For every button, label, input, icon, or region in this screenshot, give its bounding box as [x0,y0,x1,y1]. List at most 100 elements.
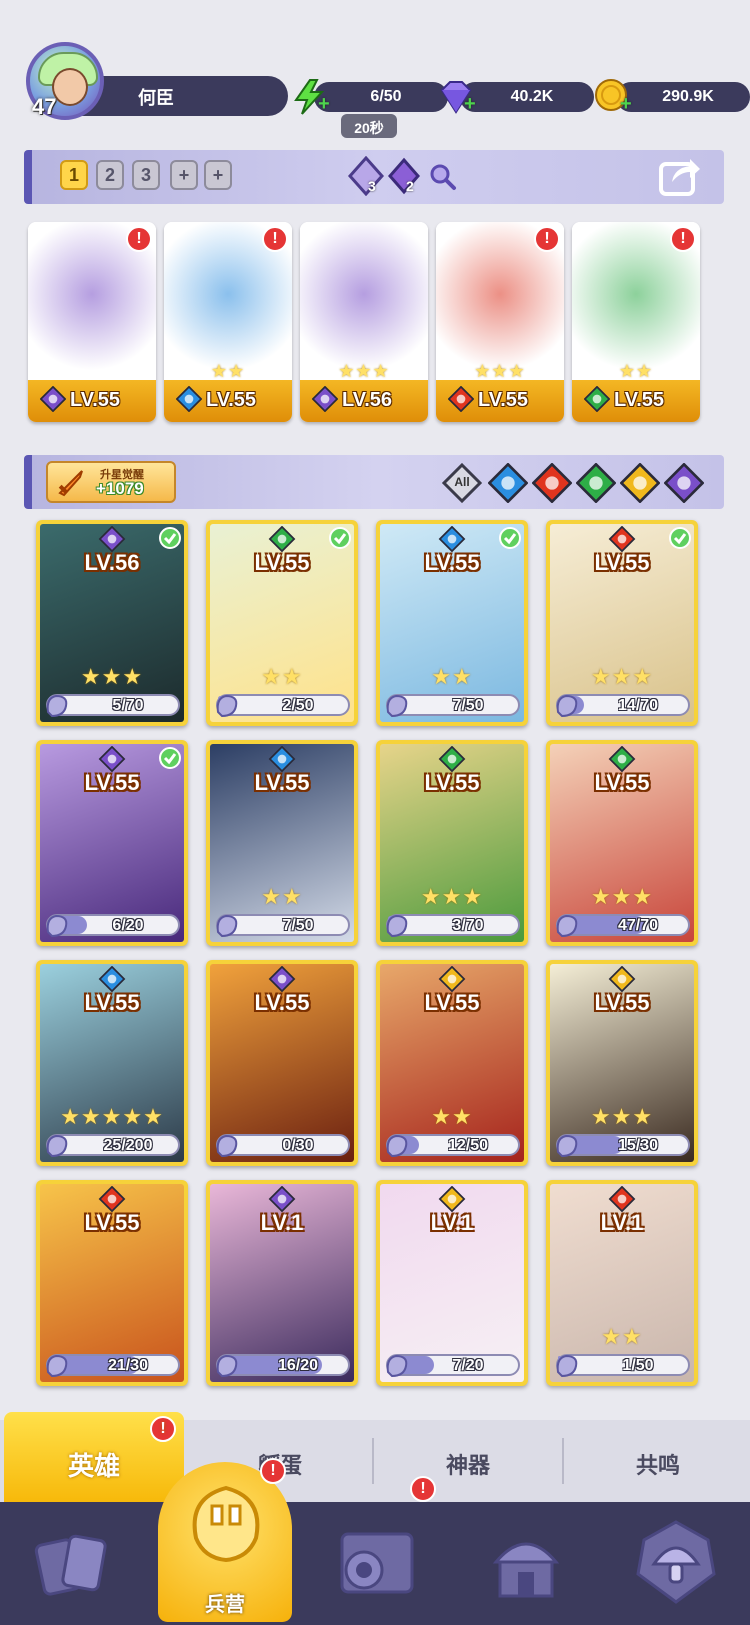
hero-card[interactable]: LV.55 ★★ 12/50 [376,960,528,1166]
filter-fire-button[interactable] [531,462,573,504]
energy-plus-icon[interactable]: + [318,94,334,114]
tab-heroes-alert-icon: ! [150,1416,176,1442]
hero-level: LV.55 [424,770,480,795]
hero-card[interactable]: LV.55 ★★ 7/50 [206,740,358,946]
team-slot-3[interactable]: 3 [132,160,160,190]
shard-icon [216,694,238,718]
light-element-icon [608,966,636,992]
team-hero-card[interactable]: LV.55 ★★! [164,222,292,422]
moon-element-icon [663,462,705,504]
light-element-icon [619,462,661,504]
filter-moon-button[interactable] [663,462,705,504]
hero-card[interactable]: LV.1 7/20 [376,1180,528,1386]
tab-heroes[interactable]: 英雄 ! [4,1412,184,1502]
progress-text: 16/20 [277,1357,319,1374]
hero-level: LV.55 [594,770,650,795]
energy-resource[interactable]: + 6/50 [290,78,448,115]
hero-card[interactable]: LV.55 ★★★ 14/70 [546,520,698,726]
gem-resource[interactable]: + 40.2K [436,78,594,114]
filter-water-button[interactable] [487,462,529,504]
hero-card[interactable]: LV.55 ★★ 7/50 [376,520,528,726]
section-tabs: 英雄 ! 孵蛋 神器 共鸣 [0,1412,750,1502]
shard-icon [46,1354,68,1378]
filter-nature-button[interactable] [575,462,617,504]
tab-divider [372,1438,374,1484]
hero-level: LV.55 [70,389,121,411]
hero-card[interactable]: LV.55 6/20 [36,740,188,946]
hero-shard-progress: 7/20 [386,1354,520,1378]
map-icon [340,1532,414,1594]
nav-barracks[interactable]: ! 兵营 [150,1458,300,1625]
share-icon[interactable] [658,154,702,198]
water-element-icon [98,966,126,992]
shard-icon [46,694,68,718]
nav-barracks-label: 兵营 [205,1594,245,1616]
alert-icon: ! [126,226,152,252]
team-hero-card[interactable]: LV.55 ★★★! [436,222,564,422]
moon-crystal-icon [388,157,420,195]
hero-portrait [300,222,428,382]
energy-timer: 20秒 [341,114,397,138]
gem-value: 40.2K [460,82,594,112]
hero-level: LV.55 [84,1210,140,1235]
shard-icon [386,1134,408,1158]
filter-all-button[interactable]: All [441,462,483,504]
filter-light-button[interactable] [619,462,661,504]
hero-level: LV.55 [254,770,310,795]
alert-icon: ! [534,226,560,252]
nav-mushroom[interactable] [600,1502,750,1625]
hero-level: LV.55 [478,389,529,411]
hero-card[interactable]: LV.55 ★★★ 3/70 [376,740,528,946]
hero-shard-progress: 5/70 [46,694,180,718]
player-name: 何臣 [76,76,288,116]
hero-card[interactable]: LV.55 0/30 [206,960,358,1166]
hero-card[interactable]: LV.55 ★★ 2/50 [206,520,358,726]
hero-stars: ★★ [261,664,303,689]
hero-stars: ★★★ [474,361,526,381]
hero-card[interactable]: LV.56 ★★★ 5/70 [36,520,188,726]
nav-temple[interactable] [450,1502,600,1625]
tab-artifacts[interactable]: 神器 [376,1420,560,1502]
team-slot-2[interactable]: 2 [96,160,124,190]
star-awaken-button[interactable]: 升星觉醒 +1079 [46,461,176,503]
shard-icon [556,1354,578,1378]
hero-stars: ★★★ [420,884,484,909]
moon-crystal-counter: 2 [384,156,424,196]
crystal-icon [347,155,385,197]
hero-shard-progress: 1/50 [556,1354,690,1378]
hero-shard-progress: 7/50 [216,914,350,938]
nav-map[interactable]: ! [300,1476,450,1625]
temple-icon [492,1542,560,1598]
progress-text: 7/50 [452,697,484,714]
hero-shard-progress: 21/30 [46,1354,180,1378]
crystal-counter: 3 [346,155,386,197]
cards-icon [34,1534,107,1596]
add-team-slot-button[interactable]: + [170,160,198,190]
progress-text: 15/30 [617,1137,659,1154]
add-team-slot-button[interactable]: + [204,160,232,190]
team-hero-card[interactable]: LV.56 ★★★ [300,222,428,422]
light-element-icon [438,1186,466,1212]
hero-card[interactable]: LV.55 ★★★ 15/30 [546,960,698,1166]
nav-cards[interactable] [0,1502,150,1625]
team-slot-1[interactable]: 1 [60,160,88,190]
hero-card[interactable]: LV.55 21/30 [36,1180,188,1386]
fire-element-icon [448,386,474,412]
gold-plus-icon[interactable]: + [620,94,636,114]
hero-stars: ★★★ [338,361,390,381]
check-icon [499,527,521,549]
gold-resource[interactable]: + 290.9K [592,78,750,114]
progress-text: 21/30 [107,1357,149,1374]
progress-text: 7/50 [282,917,314,934]
star-awaken-value: +1079 [96,479,144,498]
hero-card[interactable]: LV.55 ★★★ 47/70 [546,740,698,946]
hero-card[interactable]: LV.1 ★★ 1/50 [546,1180,698,1386]
tab-resonance[interactable]: 共鸣 [566,1420,750,1502]
gem-plus-icon[interactable]: + [464,94,480,114]
hero-card[interactable]: LV.55 ★★★★★ 25/200 [36,960,188,1166]
team-hero-card[interactable]: LV.55 ★★! [572,222,700,422]
team-hero-card[interactable]: LV.55! [28,222,156,422]
search-icon[interactable] [428,162,458,192]
hero-card[interactable]: LV.1 16/20 [206,1180,358,1386]
progress-text: 6/20 [112,917,144,934]
